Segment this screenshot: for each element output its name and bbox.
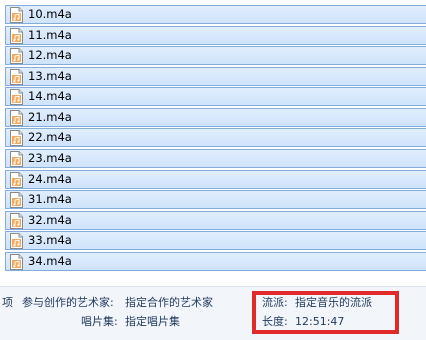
contributing-artists-value[interactable]: 指定合作的艺术家 <box>125 296 213 309</box>
file-name: 22.m4a <box>28 130 72 144</box>
file-row[interactable]: 23.m4a <box>5 149 426 168</box>
file-name: 14.m4a <box>28 89 72 103</box>
file-name: 33.m4a <box>28 233 72 247</box>
file-row[interactable]: 33.m4a <box>5 231 426 250</box>
file-row[interactable]: 24.m4a <box>5 170 426 189</box>
audio-file-icon <box>10 171 23 188</box>
file-name: 21.m4a <box>28 110 72 124</box>
audio-file-icon <box>10 191 23 208</box>
file-row[interactable]: 13.m4a <box>5 67 426 86</box>
audio-file-icon <box>10 150 23 167</box>
highlight-annotation-box <box>252 291 399 334</box>
file-name: 34.m4a <box>28 254 72 268</box>
audio-file-icon <box>10 6 23 23</box>
audio-file-icon <box>10 109 23 126</box>
audio-file-icon <box>10 88 23 105</box>
audio-file-icon <box>10 253 23 270</box>
album-label: 唱片集: <box>81 315 118 328</box>
audio-file-icon <box>10 232 23 249</box>
file-row[interactable]: 22.m4a <box>5 128 426 147</box>
file-row[interactable]: 11.m4a <box>5 26 426 45</box>
audio-file-icon <box>10 68 23 85</box>
audio-file-icon <box>10 129 23 146</box>
file-name: 10.m4a <box>28 7 72 21</box>
file-name: 23.m4a <box>28 151 72 165</box>
file-name: 11.m4a <box>28 28 72 42</box>
file-row[interactable]: 34.m4a <box>5 252 426 271</box>
file-row[interactable]: 31.m4a <box>5 190 426 209</box>
file-name: 31.m4a <box>28 192 72 206</box>
album-value[interactable]: 指定唱片集 <box>125 315 180 328</box>
audio-file-icon <box>10 47 23 64</box>
file-row[interactable]: 10.m4a <box>5 5 426 24</box>
file-name: 32.m4a <box>28 213 72 227</box>
audio-file-icon <box>10 27 23 44</box>
file-row[interactable]: 32.m4a <box>5 211 426 230</box>
file-row[interactable]: 21.m4a <box>5 108 426 127</box>
file-name: 12.m4a <box>28 48 72 62</box>
file-row[interactable]: 14.m4a <box>5 87 426 106</box>
file-name: 24.m4a <box>28 172 72 186</box>
items-count-label: 项 <box>2 296 13 309</box>
contributing-artists-label: 参与创作的艺术家: <box>22 296 114 309</box>
audio-file-icon <box>10 212 23 229</box>
file-row[interactable]: 12.m4a <box>5 46 426 65</box>
file-name: 13.m4a <box>28 69 72 83</box>
file-list: 10.m4a 11.m4a 12.m4a 13.m4a 14.m4a 21.m4a 22.m… <box>0 0 426 286</box>
